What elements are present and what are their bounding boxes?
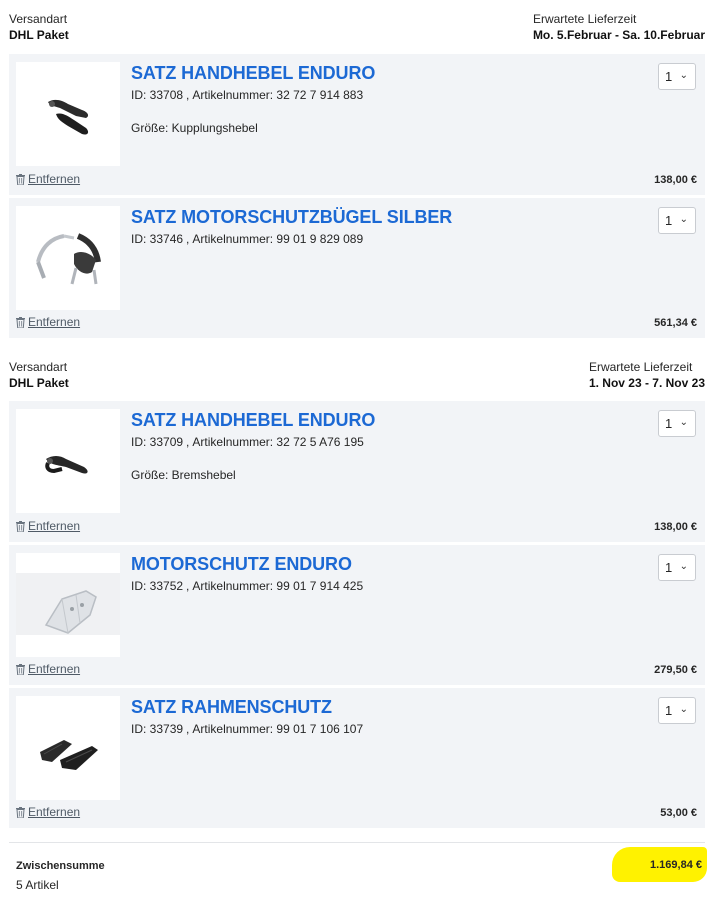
product-meta: ID: 33708, Artikelnummer: 32 72 7 914 883 (131, 88, 364, 102)
quantity-value: 1 (665, 69, 673, 84)
remove-button[interactable]: Entfernen (16, 519, 80, 533)
delivery-time-label: Erwartete Lieferzeit (532, 12, 637, 26)
quantity-value: 1 (665, 703, 673, 718)
chevron-down-icon: ⌄ (679, 214, 688, 225)
shipment-2-header: Versandart DHL Paket Erwartete Lieferzei… (9, 360, 705, 394)
product-title[interactable]: SATZ HANDHEBEL ENDURO (131, 410, 375, 431)
subtotal-label: Zwischensumme (16, 860, 105, 872)
product-meta: ID: 33739, Artikelnummer: 99 01 7 106 107 (131, 722, 364, 736)
shipping-method-value: DHL Paket (9, 376, 69, 390)
remove-label: Entfernen (28, 172, 81, 186)
cart-item: SATZ MOTORSCHUTZBÜGEL SILBER ID: 33746, A… (9, 198, 705, 338)
product-id: ID: 33739 (131, 722, 184, 736)
product-size: Größe: Bremshebel (131, 468, 236, 482)
delivery-time-value: 1. Nov 23 - 7. Nov 23 (588, 376, 705, 390)
trash-icon (16, 173, 25, 185)
quantity-value: 1 (665, 416, 673, 431)
cart-item: SATZ HANDHEBEL ENDURO ID: 33709, Artikeln… (9, 401, 705, 542)
cart-item: SATZ RAHMENSCHUTZ ID: 33739, Artikelnumme… (9, 688, 705, 828)
product-id: ID: 33752 (131, 579, 184, 593)
quantity-value: 1 (665, 560, 673, 575)
item-price: 279,50 € (654, 664, 697, 676)
article-number: Artikelnummer: 99 01 7 914 425 (192, 579, 364, 593)
remove-label: Entfernen (28, 519, 81, 533)
item-price: 138,00 € (654, 521, 697, 533)
remove-label: Entfernen (28, 662, 81, 676)
product-title[interactable]: MOTORSCHUTZ ENDURO (131, 554, 352, 575)
remove-button[interactable]: Entfernen (16, 172, 80, 186)
item-count: 5 Artikel (16, 878, 59, 892)
product-meta: ID: 33709, Artikelnummer: 32 72 5 A76 195 (131, 435, 364, 449)
product-meta: ID: 33752, Artikelnummer: 99 01 7 914 425 (131, 579, 364, 593)
shipping-method-value: DHL Paket (9, 28, 69, 42)
article-number: Artikelnummer: 32 72 5 A76 195 (192, 435, 364, 449)
trash-icon (16, 520, 25, 532)
item-price: 138,00 € (654, 174, 697, 186)
product-meta: ID: 33746, Artikelnummer: 99 01 9 829 089 (131, 232, 364, 246)
cart-item: SATZ HANDHEBEL ENDURO ID: 33708, Artikeln… (9, 54, 705, 195)
remove-label: Entfernen (28, 315, 81, 329)
product-image-clutch-lever[interactable] (16, 62, 120, 166)
quantity-select[interactable]: 1 ⌄ (658, 410, 696, 437)
subtotal-amount: 1.169,84 € (650, 859, 702, 871)
quantity-select[interactable]: 1 ⌄ (658, 63, 696, 90)
quantity-select[interactable]: 1 ⌄ (658, 554, 696, 581)
product-id: ID: 33709 (131, 435, 184, 449)
remove-label: Entfernen (28, 805, 81, 819)
product-title[interactable]: SATZ HANDHEBEL ENDURO (131, 63, 375, 84)
item-price: 53,00 € (660, 807, 697, 819)
remove-button[interactable]: Entfernen (16, 315, 80, 329)
remove-button[interactable]: Entfernen (16, 662, 80, 676)
delivery-time: Erwartete Lieferzeit 1. Nov 23 - 7. Nov … (589, 360, 705, 391)
chevron-down-icon: ⌄ (679, 704, 688, 715)
shipping-method-label: Versandart (9, 360, 68, 374)
delivery-time-label: Erwartete Lieferzeit (588, 360, 693, 374)
product-title[interactable]: SATZ MOTORSCHUTZBÜGEL SILBER (131, 207, 452, 228)
delivery-time: Erwartete Lieferzeit Mo. 5.Februar - Sa.… (533, 12, 705, 43)
shipment-1-header: Versandart DHL Paket Erwartete Lieferzei… (9, 12, 705, 46)
quantity-select[interactable]: 1 ⌄ (658, 697, 696, 724)
product-image-brake-lever[interactable] (16, 409, 120, 513)
quantity-value: 1 (665, 213, 673, 228)
product-image-crash-bar[interactable] (16, 206, 120, 310)
trash-icon (16, 663, 25, 675)
shipping-method: Versandart DHL Paket (9, 12, 69, 43)
remove-button[interactable]: Entfernen (16, 805, 80, 819)
shipping-method: Versandart DHL Paket (9, 360, 69, 391)
trash-icon (16, 806, 25, 818)
chevron-down-icon: ⌄ (679, 417, 688, 428)
product-id: ID: 33746 (131, 232, 184, 246)
trash-icon (16, 316, 25, 328)
chevron-down-icon: ⌄ (679, 561, 688, 572)
shipping-method-label: Versandart (9, 12, 68, 26)
subtotal-block: Zwischensumme 5 Artikel (16, 860, 105, 892)
article-number: Artikelnummer: 99 01 9 829 089 (192, 232, 364, 246)
product-size: Größe: Kupplungshebel (131, 121, 258, 135)
chevron-down-icon: ⌄ (679, 70, 688, 81)
article-number: Artikelnummer: 32 72 7 914 883 (192, 88, 364, 102)
delivery-time-value: Mo. 5.Februar - Sa. 10.Februar (532, 28, 705, 42)
product-id: ID: 33708 (131, 88, 184, 102)
item-price: 561,34 € (654, 317, 697, 329)
article-number: Artikelnummer: 99 01 7 106 107 (192, 722, 364, 736)
product-image-skid-plate[interactable] (16, 553, 120, 657)
quantity-select[interactable]: 1 ⌄ (658, 207, 696, 234)
cart-item: MOTORSCHUTZ ENDURO ID: 33752, Artikelnumm… (9, 545, 705, 685)
product-image-frame-guard[interactable] (16, 696, 120, 800)
summary-divider (9, 842, 705, 843)
product-title[interactable]: SATZ RAHMENSCHUTZ (131, 697, 332, 718)
